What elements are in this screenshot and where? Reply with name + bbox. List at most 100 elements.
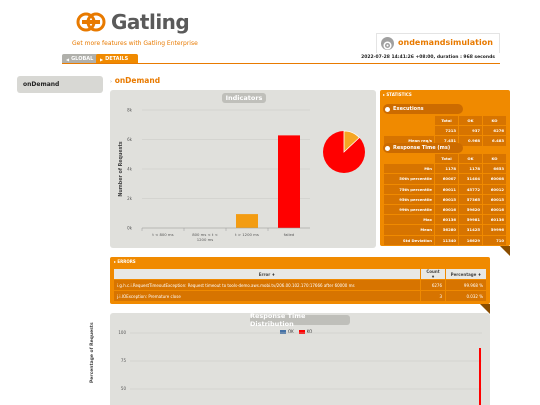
tab-details-arrow-icon: ▶: [100, 56, 104, 62]
errors-col-count[interactable]: Count ♦: [421, 269, 445, 279]
row-label: 50th percentile: [384, 174, 434, 184]
row-label: 95th percentile: [384, 194, 434, 204]
executions-pill[interactable]: Executions: [383, 104, 463, 114]
row-label: 99th percentile: [384, 204, 434, 215]
cell: 60136: [435, 215, 458, 225]
cell: 60011: [435, 184, 458, 194]
tab-global-label: GLOBAL: [71, 56, 94, 62]
table-row: 99th percentile 60016 59620 60016: [384, 204, 506, 215]
cell: 6.483: [483, 136, 506, 146]
cell: 60007: [435, 174, 458, 184]
table-row: Std Deviation 11340 16629 710: [384, 235, 506, 245]
cell: 60016: [435, 204, 458, 215]
cell: 0.968: [459, 136, 482, 146]
errors-title: ▸ ERRORS: [114, 259, 136, 264]
table-row: Max 60136 59981 60136: [384, 215, 506, 225]
distribution-plot-area: [130, 332, 482, 405]
row-label: Mean: [384, 225, 434, 235]
cell: 16629: [459, 235, 482, 245]
sidebar-item-ondemand[interactable]: onDemand: [17, 76, 103, 93]
executions-label: Executions: [393, 106, 424, 112]
row-label: Min: [384, 164, 434, 174]
statistics-collapse-icon[interactable]: ▸: [383, 92, 385, 97]
enterprise-link[interactable]: Get more features with Gatling Enterpris…: [72, 40, 198, 47]
errors-header-row: Error ♦ Count ♦ Percentage ♦: [114, 269, 486, 279]
errors-title-text: ERRORS: [117, 259, 136, 264]
indicators-ytick: 4k: [127, 167, 133, 172]
errors-col-percentage[interactable]: Percentage ♦: [446, 269, 486, 279]
statistics-title: ▸ STATISTICS: [383, 92, 412, 97]
distribution-ylabel: Percentage of Requests: [90, 322, 95, 383]
cell: 56280: [435, 225, 458, 235]
page-title-arrow-icon: ›: [110, 79, 113, 85]
simulation-name: ondemandsimulation: [398, 38, 493, 47]
indicators-ylabel: Number of Requests: [118, 141, 124, 196]
col-header: Total: [435, 154, 458, 164]
simulation-icon: [381, 37, 394, 50]
response-time-pill[interactable]: Response Time (ms): [383, 143, 463, 153]
indicators-chart: 0k2k4k6k8kNumber of Requestst < 800 ms 80…: [118, 108, 365, 242]
cell: 11340: [435, 235, 458, 245]
row-label: Max: [384, 215, 434, 225]
cell: 60016: [483, 204, 506, 215]
cell: 59620: [459, 204, 482, 215]
col-header: KO: [483, 154, 506, 164]
response-time-label: Response Time (ms): [393, 145, 451, 151]
gatling-logo[interactable]: Gatling: [76, 10, 196, 34]
indicators-card: Indicators 0k 2k 4k 6k 8k Number of Requests t…: [110, 90, 376, 248]
indicators-xlabel: t < 800 ms: [152, 232, 173, 237]
distribution-ko-bar: [479, 348, 481, 405]
row-label: [384, 126, 434, 135]
cell: 59996: [483, 225, 506, 235]
cell: 937: [459, 126, 482, 136]
gatling-logo-text: Gatling: [111, 10, 190, 34]
table-row: 75th percentile 60011 45772 60012: [384, 184, 506, 194]
cell: 60136: [483, 215, 506, 225]
table-row: 95th percentile 60015 57365 60015: [384, 194, 506, 204]
indicators-xlabel: t > 1200 ms: [235, 232, 259, 237]
indicators-ytick: 6k: [127, 137, 133, 142]
errors-panel: ▸ ERRORS Error ♦ Count ♦ Percentage ♦ i.…: [110, 257, 490, 304]
executions-toggle-icon: [385, 106, 390, 112]
page-title-text: onDemand: [114, 76, 161, 85]
cell: 45772: [459, 184, 482, 194]
table-row: i.g.h.c.i.RequestTimeoutException: Reque…: [114, 280, 486, 290]
response-time-table: Total OK KO Min 1178 1178 6653 50th percent…: [383, 153, 507, 246]
cell: 57365: [459, 194, 482, 204]
distribution-ytick: 75: [120, 358, 126, 363]
indicators-ytick: 8k: [127, 108, 133, 113]
cell: 31404: [459, 174, 482, 184]
indicators-xlabel: 1200 ms: [197, 237, 214, 242]
tab-details-label: DETAILS: [105, 56, 129, 62]
cell: 1178: [459, 164, 482, 174]
cell: 60008: [483, 174, 506, 184]
distribution-card: Response Time Distribution OK KO 100 75 …: [90, 312, 490, 405]
run-info: 2022-07-28 14:41:26 +08:00, duration : 9…: [361, 55, 495, 60]
errors-col-error[interactable]: Error ♦: [114, 269, 420, 279]
response-time-toggle-icon: [385, 145, 390, 151]
header-divider: [62, 63, 500, 64]
cell: 710: [483, 235, 506, 245]
gatling-logo-icon: [76, 12, 106, 32]
simulation-header: ondemandsimulation: [376, 33, 500, 53]
table-row: 7213 937 6276: [384, 126, 506, 136]
cell: 60015: [483, 194, 506, 204]
cell: 6653: [483, 164, 506, 174]
statistics-fold-corner: [500, 246, 510, 256]
col-header: KO: [483, 116, 506, 126]
table-row: Min 1178 1178 6653: [384, 164, 506, 174]
sidebar-item-label: onDemand: [23, 81, 60, 88]
errors-collapse-icon[interactable]: ▸: [114, 259, 116, 264]
indicators-ytick: 2k: [127, 196, 133, 201]
error-message: i.g.h.c.i.RequestTimeoutException: Reque…: [114, 280, 420, 290]
error-percentage: 99.968 %: [446, 280, 486, 290]
table-row: j.i.IOException: Premature close 3 0.032…: [114, 291, 486, 301]
error-message: j.i.IOException: Premature close: [114, 291, 420, 301]
error-count: 6276: [421, 280, 445, 290]
page-title: › onDemand: [110, 76, 160, 85]
error-percentage: 0.032 %: [446, 291, 486, 301]
cell: 59981: [459, 215, 482, 225]
errors-table: Error ♦ Count ♦ Percentage ♦ i.g.h.c.i.R…: [113, 268, 487, 302]
cell: 1178: [435, 164, 458, 174]
indicators-bar: [278, 135, 300, 228]
